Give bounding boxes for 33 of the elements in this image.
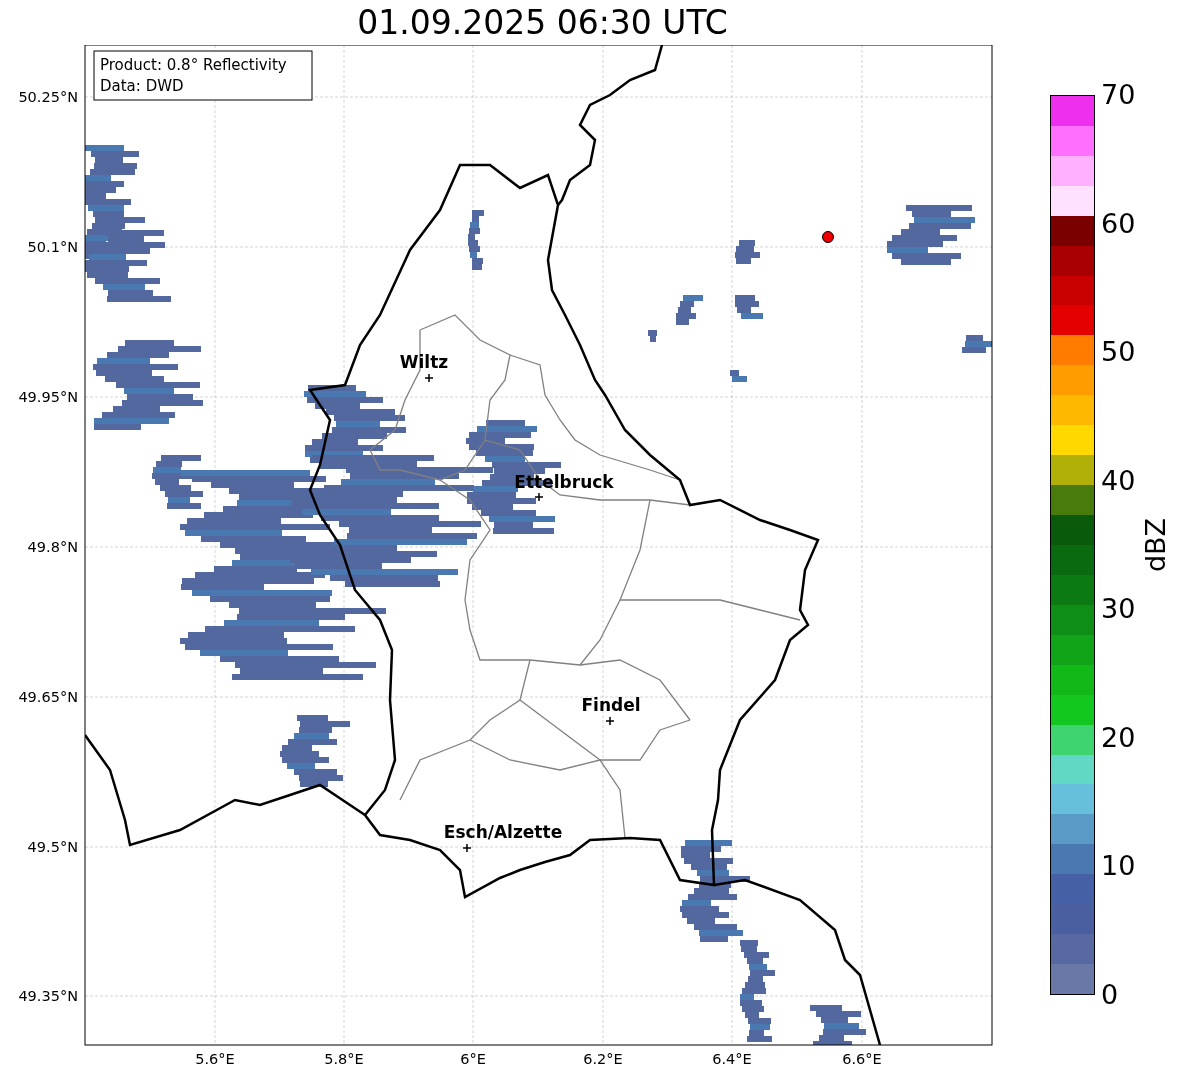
- plot-title: 01.09.2025 06:30 UTC: [357, 6, 728, 39]
- marker-dot: [822, 231, 834, 243]
- axis-tick-label: 50.25°N: [18, 89, 78, 105]
- axis-tick-label: 50.1°N: [27, 239, 78, 255]
- colorbar-tick-label: 0: [1101, 982, 1120, 1007]
- city-marker-icon: [534, 492, 544, 502]
- axis-tick-label: 6.2°E: [583, 1051, 623, 1067]
- axis-tick-label: 49.95°N: [18, 389, 78, 405]
- axis-tick-label: 5.6°E: [195, 1051, 235, 1067]
- city-label: Esch/Alzette: [443, 822, 563, 842]
- colorbar-tick-label: 50: [1101, 340, 1136, 365]
- colorbar-label: dBZ: [1139, 517, 1170, 573]
- axis-tick-label: 6°E: [460, 1051, 486, 1067]
- city-marker-icon: [424, 373, 434, 383]
- colorbar-tick-label: 30: [1101, 597, 1136, 622]
- info-text: Data: DWD: [100, 77, 184, 95]
- city-label: Wiltz: [399, 352, 449, 372]
- city-marker-icon: [605, 716, 615, 726]
- axis-tick-label: 5.8°E: [324, 1051, 364, 1067]
- axis-tick-label: 49.35°N: [18, 988, 78, 1004]
- axis-tick-label: 49.5°N: [27, 839, 78, 855]
- colorbar-tick-label: 10: [1101, 854, 1136, 879]
- colorbar-tick-label: 70: [1101, 83, 1136, 107]
- axis-tick-label: 49.8°N: [27, 539, 78, 555]
- city-marker-icon: [462, 843, 472, 853]
- axis-tick-label: 49.65°N: [18, 689, 78, 705]
- axis-tick-label: 6.6°E: [842, 1051, 882, 1067]
- info-text: Product: 0.8° Reflectivity: [100, 56, 287, 74]
- colorbar-tick-label: 20: [1101, 725, 1136, 750]
- axis-tick-label: 6.4°E: [712, 1051, 752, 1067]
- colorbar-tick-label: 60: [1101, 211, 1136, 236]
- colorbar-tick-label: 40: [1101, 468, 1136, 493]
- city-label: Findel: [581, 695, 641, 715]
